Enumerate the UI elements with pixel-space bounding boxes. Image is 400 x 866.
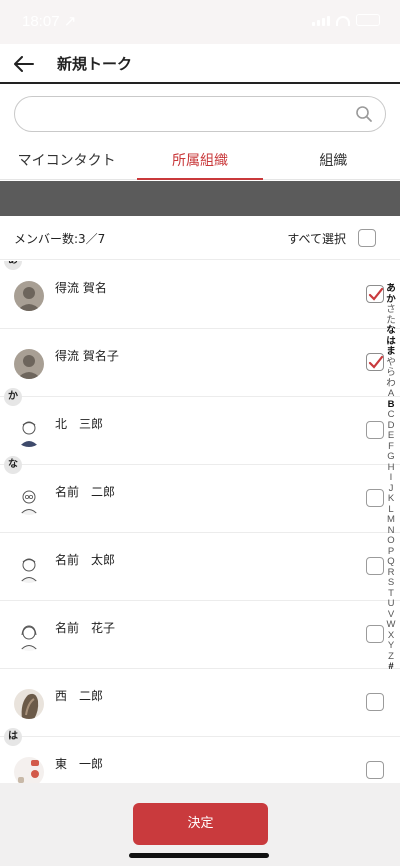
index-letter[interactable]: な	[386, 325, 396, 337]
wifi-icon	[336, 16, 350, 26]
index-letter[interactable]: W	[387, 619, 396, 631]
contact-row[interactable]: 西 二郎	[0, 669, 400, 737]
search-input[interactable]	[31, 97, 351, 131]
contact-name: 北 三郎	[55, 417, 104, 431]
contact-checkbox[interactable]	[366, 625, 384, 643]
select-all-label[interactable]: すべて選択	[287, 230, 346, 247]
contact-row[interactable]: 名前 太郎	[0, 533, 400, 601]
home-indicator	[129, 853, 269, 858]
contact-checkbox[interactable]	[366, 285, 384, 303]
search-icon[interactable]	[355, 105, 373, 123]
status-bar: 18:07 ↗	[0, 0, 400, 44]
checkmark-icon	[368, 355, 384, 369]
back-button[interactable]	[10, 50, 38, 78]
avatar	[14, 417, 44, 447]
select-all-checkbox[interactable]	[358, 229, 376, 247]
index-letter[interactable]: S	[388, 577, 394, 589]
index-letter[interactable]: あ	[386, 283, 396, 295]
header-band	[0, 181, 400, 216]
index-letter[interactable]: ら	[386, 367, 396, 379]
status-time: 18:07 ↗	[22, 13, 77, 30]
search-box[interactable]	[14, 96, 386, 132]
index-letter[interactable]: U	[388, 598, 395, 610]
contact-row[interactable]: 北 三郎	[0, 397, 400, 465]
member-summary: メンバー数:3／7 すべて選択	[0, 216, 400, 260]
contact-checkbox[interactable]	[366, 353, 384, 371]
header: 新規トーク	[0, 44, 400, 84]
index-letter[interactable]: O	[387, 535, 394, 547]
contact-name: 東 一郎	[55, 757, 104, 771]
contact-row[interactable]: 得流 賀名	[0, 261, 400, 329]
index-letter[interactable]: G	[387, 451, 394, 463]
contact-row[interactable]: 東 一郎	[0, 737, 400, 783]
contact-list: 得流 賀名 あ 得流 賀名子 北 三郎 か	[0, 261, 400, 783]
contact-checkbox[interactable]	[366, 421, 384, 439]
index-letter[interactable]: #	[388, 661, 393, 673]
member-count: メンバー数:3／7	[14, 232, 106, 246]
avatar	[14, 689, 44, 719]
index-letter[interactable]: E	[388, 430, 394, 442]
index-letter[interactable]: Y	[388, 640, 394, 652]
alphabet-index[interactable]: あかさたなはまやらわ A B C D E F G H I J K L M N O P Q R S T U V W X Y Z #	[385, 283, 397, 673]
signal-icon	[312, 16, 330, 26]
contact-name: 名前 花子	[55, 621, 116, 635]
section-header: か	[4, 388, 22, 406]
contact-row[interactable]: 得流 賀名子	[0, 329, 400, 397]
tab-my-contacts[interactable]: マイコンタクト	[0, 140, 133, 179]
decide-button[interactable]: 決定	[133, 803, 268, 845]
contact-name: 得流 賀名	[55, 281, 107, 295]
contact-checkbox[interactable]	[366, 557, 384, 575]
contact-checkbox[interactable]	[366, 693, 384, 711]
contact-checkbox[interactable]	[366, 489, 384, 507]
contact-name: 得流 賀名子	[55, 349, 119, 363]
tab-bar: マイコンタクト 所属組織 組織	[0, 140, 400, 180]
section-header: な	[4, 456, 22, 474]
avatar	[14, 349, 44, 379]
contact-row[interactable]: 名前 花子	[0, 601, 400, 669]
avatar	[14, 553, 44, 583]
index-letter[interactable]: M	[387, 514, 395, 526]
index-letter[interactable]: C	[388, 409, 395, 421]
index-letter[interactable]: I	[390, 472, 393, 484]
checkmark-icon	[368, 287, 384, 301]
index-letter[interactable]: Q	[387, 556, 394, 568]
index-letter[interactable]: さ	[386, 304, 396, 316]
contact-name: 名前 太郎	[55, 553, 116, 567]
index-letter[interactable]: ま	[386, 346, 396, 358]
page-title: 新規トーク	[57, 55, 133, 73]
avatar	[14, 621, 44, 651]
contact-name: 西 二郎	[55, 689, 104, 703]
battery-icon	[356, 14, 380, 26]
tab-organization[interactable]: 組織	[267, 140, 400, 179]
avatar	[14, 281, 44, 311]
contact-row[interactable]: 名前 二郎	[0, 465, 400, 533]
status-icons	[312, 14, 380, 26]
contact-name: 名前 二郎	[55, 485, 116, 499]
avatar	[14, 485, 44, 515]
tab-affiliated-org[interactable]: 所属組織	[133, 140, 266, 180]
index-letter[interactable]: A	[388, 388, 394, 400]
footer: 決定	[0, 783, 400, 866]
avatar	[14, 757, 44, 783]
section-header: は	[4, 728, 22, 746]
contact-checkbox[interactable]	[366, 761, 384, 779]
index-letter[interactable]: K	[388, 493, 394, 505]
back-arrow-icon	[14, 56, 34, 72]
